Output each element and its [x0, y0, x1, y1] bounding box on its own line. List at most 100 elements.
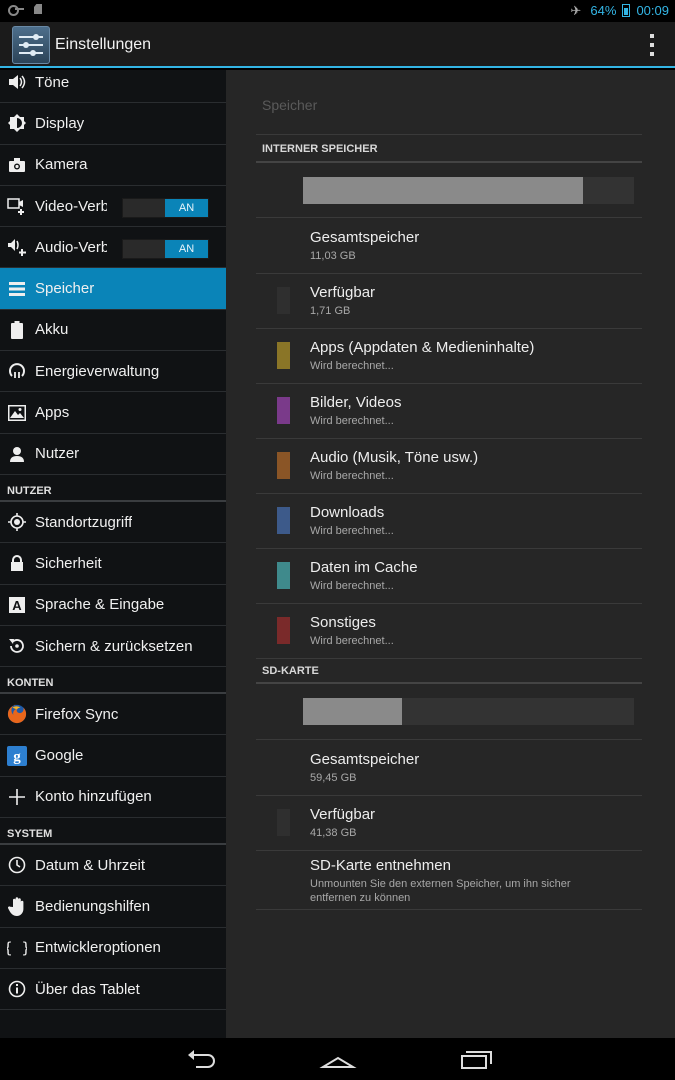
sidebar-item-sicherheit[interactable]: Sicherheit — [0, 543, 226, 585]
airplane-icon: ✈ — [570, 2, 582, 18]
storage-row[interactable]: Verfügbar 1,71 GB — [256, 273, 642, 328]
section-header-konten: KONTEN — [0, 667, 226, 695]
sidebar-item-label: Google — [35, 747, 84, 765]
overflow-menu-icon[interactable] — [649, 34, 655, 56]
user-icon — [7, 444, 27, 464]
storage-row[interactable]: Gesamtspeicher 11,03 GB — [256, 218, 642, 273]
color-swatch — [277, 562, 290, 589]
navigation-bar — [0, 1038, 675, 1080]
video-call-toggle[interactable]: AN — [122, 197, 209, 218]
color-swatch — [277, 287, 290, 314]
sidebar-item-label: Datum & Uhrzeit — [35, 856, 146, 874]
row-subtitle: Wird berechnet... — [310, 635, 394, 647]
row-subtitle: 41,38 GB — [310, 827, 357, 839]
row-title: Audio (Musik, Töne usw.) — [310, 449, 479, 466]
storage-row[interactable]: Audio (Musik, Töne usw.) Wird berechnet..… — [256, 438, 642, 493]
storage-row[interactable]: Daten im Cache Wird berechnet... — [256, 548, 642, 603]
color-swatch — [277, 342, 290, 369]
storage-row[interactable]: Bilder, Videos Wird berechnet... — [256, 383, 642, 438]
storage-row[interactable]: Verfügbar 41,38 GB — [256, 795, 642, 850]
color-swatch — [277, 397, 290, 424]
sd-usage-bar — [303, 698, 634, 725]
sidebar-item-bedienungshilfen[interactable]: Bedienungshilfen — [0, 886, 226, 928]
sidebar-item-entwickleroptionen[interactable]: { } Entwickleroptionen — [0, 928, 226, 969]
language-icon: A — [7, 595, 27, 615]
section-header-sd: SD-KARTE — [262, 665, 319, 677]
sidebar-item-label: Energieverwaltung — [35, 362, 160, 380]
row-title: Bilder, Videos — [310, 394, 402, 411]
audio-call-toggle[interactable]: AN — [122, 239, 209, 260]
sidebar-item-display[interactable]: Display — [0, 103, 226, 145]
sidebar-item-audio-verb[interactable]: Audio-Verb AN — [0, 227, 226, 269]
section-header-system: SYSTEM — [0, 818, 226, 846]
color-swatch — [277, 809, 290, 836]
section-header-nutzer: NUTZER — [0, 475, 226, 502]
sidebar-item-speicher[interactable]: Speicher — [0, 268, 226, 310]
camera-icon — [7, 155, 27, 175]
divider — [256, 682, 642, 684]
toggle-on-label: AN — [165, 198, 208, 217]
back-icon[interactable] — [182, 1046, 222, 1072]
row-title: Gesamtspeicher — [310, 751, 420, 768]
internal-usage-bar — [303, 177, 634, 204]
sidebar-item-sichern-zuruecksetzen[interactable]: Sichern & zurücksetzen — [0, 626, 226, 668]
status-bar: ✈ 64% 00:09 — [0, 0, 675, 22]
location-icon — [7, 512, 27, 532]
divider — [256, 909, 642, 910]
sidebar-item-video-verb[interactable]: Video-Verb AN — [0, 186, 226, 228]
row-subtitle: 1,71 GB — [310, 305, 351, 317]
settings-sliders-icon[interactable] — [12, 26, 50, 64]
sidebar-item-energieverwaltung[interactable]: Energieverwaltung — [0, 351, 226, 393]
storage-row[interactable]: Sonstiges Wird berechnet... — [256, 603, 642, 658]
sidebar-item-datum-uhrzeit[interactable]: Datum & Uhrzeit — [0, 845, 226, 887]
row-title: Apps (Appdaten & Medieninhalte) — [310, 339, 535, 356]
svg-text:g: g — [13, 749, 21, 765]
sidebar-item-label: Kamera — [35, 156, 88, 174]
sidebar-item-label: Sicherheit — [35, 554, 102, 572]
plus-icon — [7, 787, 27, 807]
sidebar-item-akku[interactable]: Akku — [0, 310, 226, 352]
sidebar-item-google[interactable]: g Google — [0, 735, 226, 777]
sidebar-item-label: Bedienungshilfen — [35, 897, 151, 915]
action-bar: Einstellungen — [0, 22, 675, 68]
sidebar-item-kamera[interactable]: Kamera — [0, 145, 226, 186]
sidebar-item-ueber-das-tablet[interactable]: Über das Tablet — [0, 969, 226, 1011]
color-swatch — [277, 452, 290, 479]
power-management-icon — [7, 361, 27, 381]
divider — [256, 161, 642, 163]
storage-row[interactable]: Downloads Wird berechnet... — [256, 493, 642, 548]
sidebar-item-label: Über das Tablet — [35, 980, 140, 998]
sidebar-item-konto-hinzufuegen[interactable]: Konto hinzufügen — [0, 777, 226, 819]
sidebar-item-nutzer[interactable]: Nutzer — [0, 434, 226, 475]
sidebar-item-label: Entwickleroptionen — [35, 939, 161, 957]
sidebar-item-label: Video-Verb — [35, 197, 107, 215]
storage-icon — [7, 279, 27, 299]
sidebar-item-firefox-sync[interactable]: Firefox Sync — [0, 694, 226, 736]
recent-apps-icon[interactable] — [455, 1046, 495, 1072]
sidebar-item-label: Speicher — [35, 280, 95, 298]
section-header-internal: INTERNER SPEICHER — [262, 143, 378, 155]
lock-icon — [7, 553, 27, 573]
divider — [256, 658, 642, 659]
storage-row[interactable]: Apps (Appdaten & Medieninhalte) Wird bere… — [256, 328, 642, 383]
row-title: SD-Karte entnehmen — [310, 857, 451, 874]
unmount-sd-button[interactable]: SD-Karte entnehmen Unmounten Sie den ext… — [256, 849, 642, 904]
row-subtitle: 59,45 GB — [310, 772, 357, 784]
brightness-icon — [7, 113, 27, 133]
row-title: Verfügbar — [310, 284, 376, 301]
sidebar-item-toene[interactable]: Töne — [0, 70, 226, 104]
sidebar-item-label: Apps — [35, 404, 70, 422]
home-icon[interactable] — [318, 1046, 358, 1072]
sd-usage-fill — [303, 698, 403, 725]
svg-text:A: A — [12, 598, 22, 613]
sidebar-item-sprache-eingabe[interactable]: A Sprache & Eingabe — [0, 585, 226, 626]
row-title: Sonstiges — [310, 614, 376, 631]
sidebar-item-apps[interactable]: Apps — [0, 392, 226, 434]
color-swatch — [277, 507, 290, 534]
sidebar-item-standortzugriff[interactable]: Standortzugriff — [0, 502, 226, 544]
sidebar-item-label: Display — [35, 114, 85, 132]
color-swatch — [277, 617, 290, 644]
storage-row[interactable]: Gesamtspeicher 59,45 GB — [256, 740, 642, 795]
battery-percent: 64% — [590, 3, 617, 18]
sidebar-item-label: Standortzugriff — [35, 513, 133, 531]
